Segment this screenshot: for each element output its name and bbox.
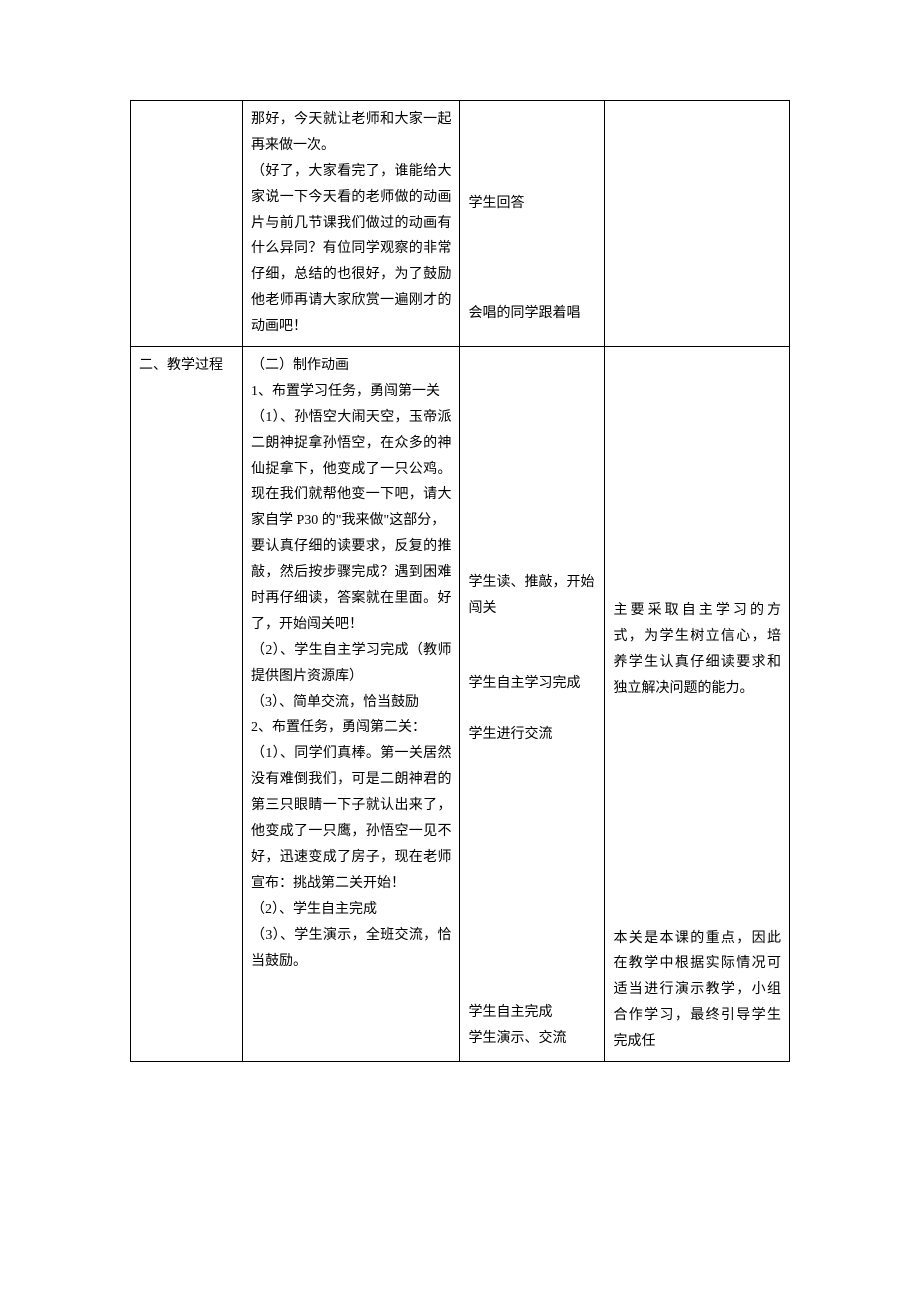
paragraph: （3）、学生演示，全班交流，恰当鼓励。 [251, 923, 451, 975]
paragraph: 1、布置学习任务，勇闯第一关 [251, 379, 451, 405]
cell-intent-2: 主要采取自主学习的方式，为学生树立信心，培养学生认真仔细读要求和独立解决问题的能… [605, 347, 790, 1062]
cell-teacher-1: 那好，今天就让老师和大家一起再来做一次。 （好了，大家看完了，谁能给大家说一下今… [243, 101, 460, 347]
paragraph: 要认真仔细的读要求，反复的推敲，然后按步骤完成？遇到困难时再仔细读，答案就在里面… [251, 534, 451, 638]
paragraph: 学生进行交流 [468, 722, 596, 748]
paragraph: 学生读、推敲，开始闯关 [468, 570, 596, 622]
cell-student-1: 学生回答 会唱的同学跟着唱 [460, 101, 605, 347]
paragraph: （3）、简单交流，恰当鼓励 [251, 690, 451, 716]
paragraph: 2、布置任务，勇闯第二关： [251, 715, 451, 741]
paragraph: （1）、同学们真棒。第一关居然没有难倒我们，可是二朗神君的第三只眼睛一下子就认出… [251, 741, 451, 896]
table-row: 二、教学过程 （二）制作动画 1、布置学习任务，勇闯第一关 （1）、孙悟空大闹天… [131, 347, 790, 1062]
paragraph: （好了，大家看完了，谁能给大家说一下今天看的老师做的动画片与前几节课我们做过的动… [251, 159, 451, 340]
cell-student-2: 学生读、推敲，开始闯关 学生自主学习完成 学生进行交流 学生自主完成 学生演示、… [460, 347, 605, 1062]
paragraph: 学生演示、交流 [468, 1026, 596, 1052]
cell-intent-1 [605, 101, 790, 347]
cell-stage-2: 二、教学过程 [131, 347, 243, 1062]
paragraph: 主要采取自主学习的方式，为学生树立信心，培养学生认真仔细读要求和独立解决问题的能… [613, 598, 781, 702]
table-row: 那好，今天就让老师和大家一起再来做一次。 （好了，大家看完了，谁能给大家说一下今… [131, 101, 790, 347]
paragraph: 本关是本课的重点，因此在教学中根据实际情况可适当进行演示教学，小组合作学习，最终… [613, 926, 781, 1055]
cell-stage-1 [131, 101, 243, 347]
paragraph: 学生自主完成 [468, 1000, 596, 1026]
lesson-plan-table: 那好，今天就让老师和大家一起再来做一次。 （好了，大家看完了，谁能给大家说一下今… [130, 100, 790, 1062]
paragraph: （2）、学生自主完成 [251, 897, 451, 923]
paragraph: （2）、学生自主学习完成（教师提供图片资源库） [251, 638, 451, 690]
cell-teacher-2: （二）制作动画 1、布置学习任务，勇闯第一关 （1）、孙悟空大闹天空，玉帝派二朗… [243, 347, 460, 1062]
paragraph: 学生自主学习完成 [468, 671, 596, 697]
paragraph: （1）、孙悟空大闹天空，玉帝派二朗神捉拿孙悟空，在众多的神仙捉拿下，他变成了一只… [251, 405, 451, 534]
paragraph: 那好，今天就让老师和大家一起再来做一次。 [251, 107, 451, 159]
paragraph: 会唱的同学跟着唱 [468, 301, 596, 327]
paragraph: （二）制作动画 [251, 353, 451, 379]
paragraph: 学生回答 [468, 191, 596, 217]
